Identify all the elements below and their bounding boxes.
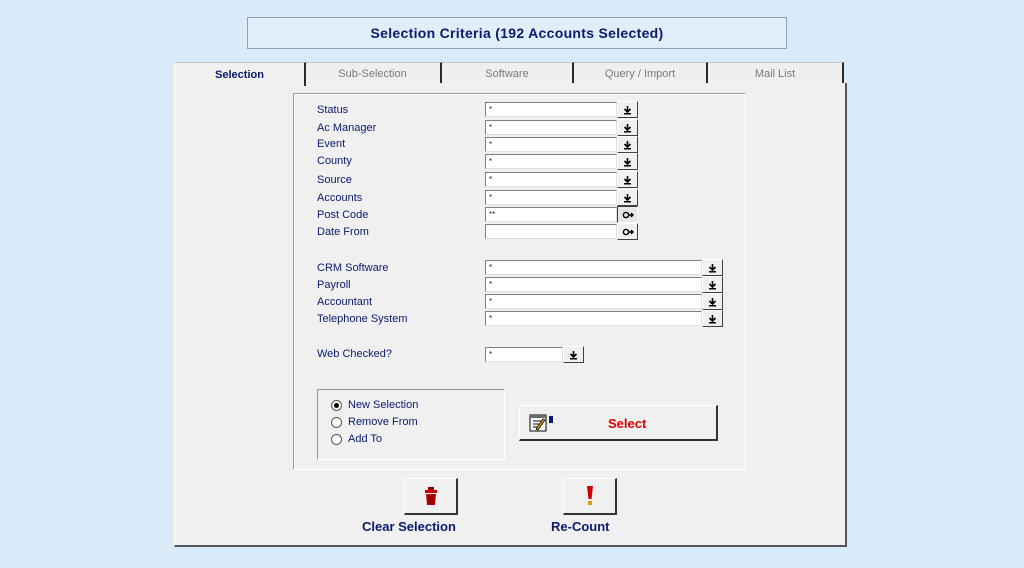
- lookup-icon: [622, 228, 634, 235]
- remove-from-option[interactable]: Remove From: [331, 416, 418, 428]
- accountant-label: Accountant: [317, 296, 373, 308]
- pick-list-icon: [623, 157, 632, 166]
- source-label: Source: [317, 174, 352, 186]
- tab-selection[interactable]: Selection: [174, 62, 306, 86]
- status-label: Status: [317, 104, 349, 116]
- new-selection-option[interactable]: New Selection: [331, 399, 418, 411]
- accountant-dropdown-button[interactable]: [702, 293, 723, 310]
- remove-from-radio[interactable]: [331, 416, 342, 428]
- re-count-button[interactable]: [563, 478, 617, 515]
- source-dropdown-button[interactable]: [617, 171, 638, 188]
- pick-list-icon: [708, 263, 717, 272]
- web-checked-field[interactable]: *: [485, 347, 563, 362]
- re-count-label: Re-Count: [551, 519, 610, 534]
- lookup-icon: [622, 211, 634, 218]
- new-selection-radio[interactable]: [331, 399, 342, 411]
- date-from-lookup-button[interactable]: [617, 223, 638, 240]
- pick-list-icon: [708, 314, 717, 323]
- accounts-label: Accounts: [317, 192, 363, 204]
- telephone-system-label: Telephone System: [317, 313, 408, 325]
- pick-list-icon: [569, 350, 578, 359]
- pick-list-icon: [708, 280, 717, 289]
- tab-software[interactable]: Software: [442, 62, 574, 84]
- event-field[interactable]: *: [485, 137, 617, 152]
- status-field[interactable]: *: [485, 102, 617, 117]
- tab-sub-selection[interactable]: Sub-Selection: [305, 62, 442, 84]
- clear-selection-button[interactable]: [404, 478, 458, 515]
- crm-software-dropdown-button[interactable]: [702, 259, 723, 276]
- telephone-system-field[interactable]: *: [485, 311, 702, 326]
- web-checked-label: Web Checked?: [317, 348, 393, 360]
- clear-selection-label: Clear Selection: [362, 519, 456, 534]
- exclamation-icon: [586, 486, 593, 505]
- crm-software-label: CRM Software: [317, 262, 389, 274]
- payroll-dropdown-button[interactable]: [702, 276, 723, 293]
- pick-list-icon: [623, 123, 632, 132]
- event-dropdown-button[interactable]: [617, 136, 638, 153]
- post-code-label: Post Code: [317, 209, 369, 221]
- web-checked-dropdown-button[interactable]: [563, 346, 584, 363]
- pick-list-icon: [623, 140, 632, 149]
- payroll-label: Payroll: [317, 279, 351, 291]
- tab-query-import[interactable]: Query / Import: [574, 62, 708, 84]
- accounts-dropdown-button[interactable]: [617, 189, 638, 206]
- trash-can-icon: [424, 487, 437, 505]
- tab-mail-list[interactable]: Mail List: [708, 62, 844, 84]
- pick-list-icon: [623, 175, 632, 184]
- ac-manager-field[interactable]: *: [485, 120, 617, 135]
- source-field[interactable]: *: [485, 172, 617, 187]
- accountant-field[interactable]: *: [485, 294, 702, 309]
- post-code-lookup-button[interactable]: [617, 206, 638, 223]
- pick-list-icon: [623, 193, 632, 202]
- add-to-option[interactable]: Add To: [331, 433, 382, 445]
- add-to-radio[interactable]: [331, 433, 342, 445]
- event-label: Event: [317, 138, 346, 150]
- select-button-label: Select: [608, 416, 647, 431]
- pick-list-icon: [623, 105, 632, 114]
- new-selection-label: New Selection: [348, 399, 419, 411]
- ac-manager-dropdown-button[interactable]: [617, 119, 638, 136]
- date-from-field[interactable]: [485, 224, 617, 239]
- page-title: Selection Criteria (192 Accounts Selecte…: [247, 17, 787, 49]
- notepad-icon: [528, 413, 554, 436]
- county-label: County: [317, 155, 352, 167]
- date-from-label: Date From: [317, 226, 369, 238]
- status-dropdown-button[interactable]: [617, 101, 638, 118]
- post-code-field[interactable]: **: [485, 207, 617, 222]
- accounts-field[interactable]: *: [485, 190, 617, 205]
- crm-software-field[interactable]: *: [485, 260, 702, 275]
- select-button[interactable]: Select: [519, 405, 718, 441]
- telephone-system-dropdown-button[interactable]: [702, 310, 723, 327]
- pick-list-icon: [708, 297, 717, 306]
- county-dropdown-button[interactable]: [617, 153, 638, 170]
- county-field[interactable]: *: [485, 154, 617, 169]
- payroll-field[interactable]: *: [485, 277, 702, 292]
- ac-manager-label: Ac Manager: [317, 122, 377, 134]
- remove-from-label: Remove From: [348, 416, 418, 428]
- add-to-label: Add To: [348, 433, 383, 445]
